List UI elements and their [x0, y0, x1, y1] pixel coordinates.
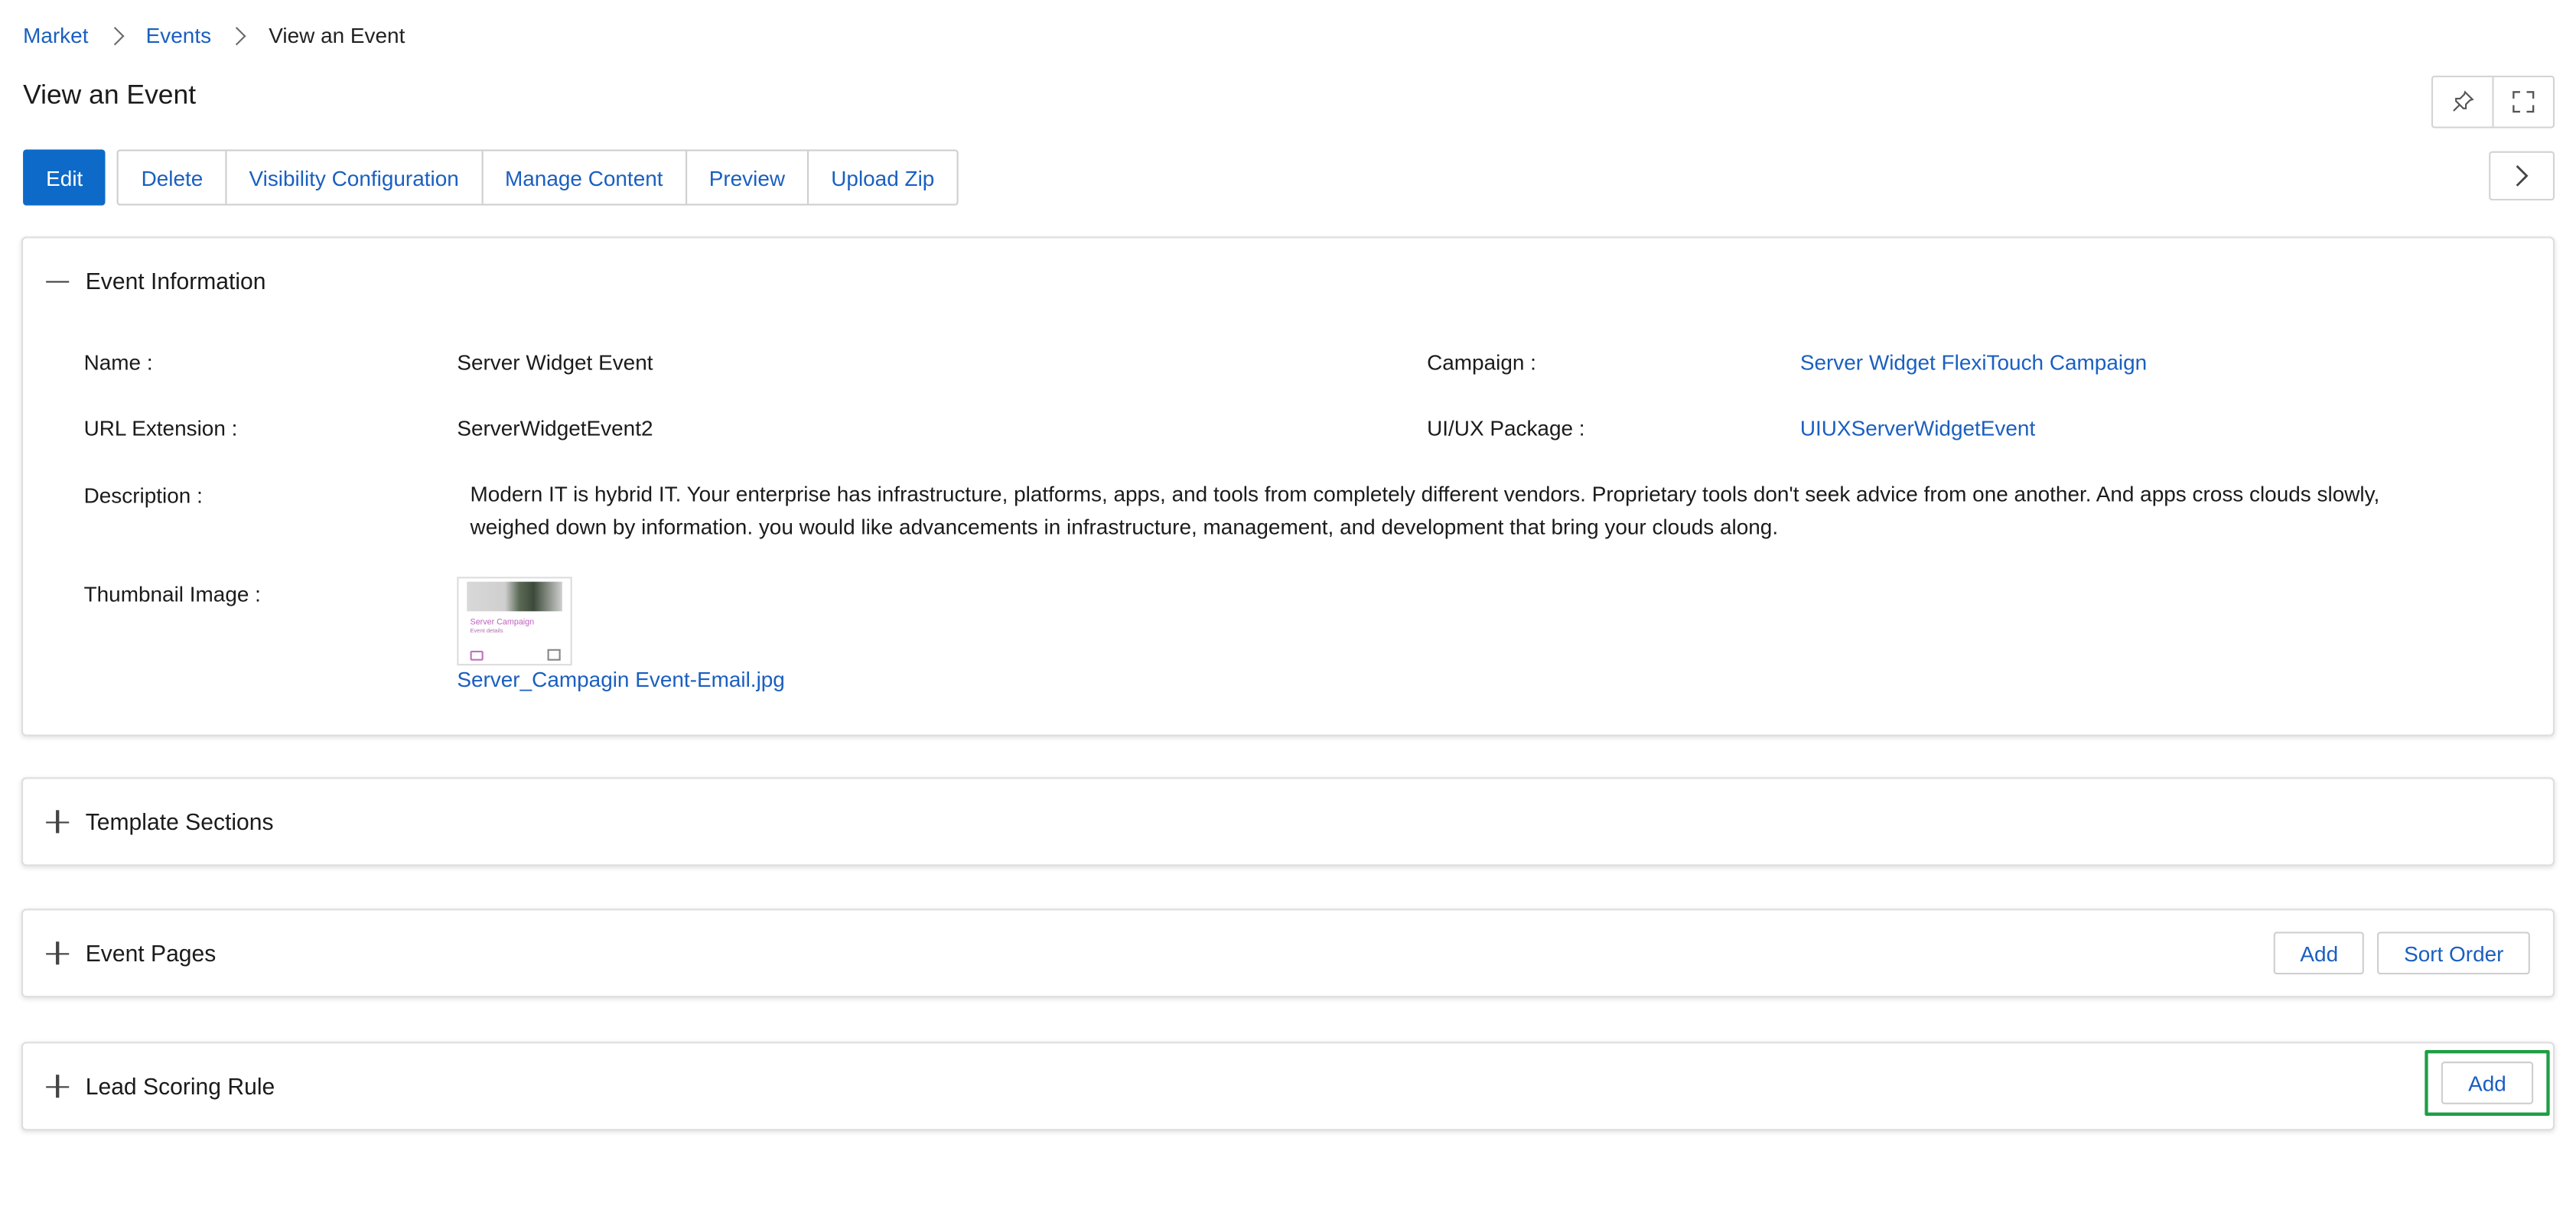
visibility-configuration-button[interactable]: Visibility Configuration: [225, 151, 480, 204]
chevron-right-icon: [228, 26, 247, 45]
event-pages-panel: Event Pages Add Sort Order: [21, 909, 2555, 998]
megaphone-icon: [470, 650, 484, 661]
event-details: Name : Server Widget Event Campaign : Se…: [23, 324, 2553, 817]
page-title: View an Event: [23, 80, 197, 110]
fullscreen-button[interactable]: [2492, 76, 2553, 127]
expand-icon[interactable]: [46, 1075, 70, 1098]
lead-scoring-rule-panel: Lead Scoring Rule Add: [21, 1042, 2555, 1131]
event-information-header[interactable]: Event Information: [23, 239, 2553, 324]
description-label: Description :: [83, 483, 203, 508]
edit-button[interactable]: Edit: [23, 149, 106, 206]
preview-button[interactable]: Preview: [685, 151, 808, 204]
template-sections-panel: Template Sections: [21, 777, 2555, 866]
page: Market Events View an Event View an Even…: [0, 0, 2576, 1216]
uiux-package-link[interactable]: UIUXServerWidgetEvent: [1800, 416, 2035, 441]
section-title: Event Information: [85, 268, 266, 294]
name-value: Server Widget Event: [457, 350, 653, 375]
manage-content-button[interactable]: Manage Content: [480, 151, 686, 204]
sort-order-button[interactable]: Sort Order: [2377, 932, 2530, 975]
section-title: Lead Scoring Rule: [85, 1073, 275, 1100]
view-controls: [2431, 75, 2555, 128]
thumbnail-subtext: Event details: [470, 627, 503, 635]
breadcrumb-market[interactable]: Market: [23, 23, 88, 47]
url-extension-label: URL Extension :: [83, 415, 238, 441]
thumbnail-image[interactable]: Server Campaign Event details: [457, 577, 572, 666]
breadcrumb-events[interactable]: Events: [146, 23, 211, 47]
action-toolbar: Edit Delete Visibility Configuration Man…: [23, 149, 959, 206]
fullscreen-icon: [2512, 91, 2535, 113]
section-title: Event Pages: [85, 940, 217, 967]
section-title: Template Sections: [85, 808, 274, 835]
campaign-link[interactable]: Server Widget FlexiTouch Campaign: [1800, 350, 2147, 375]
template-sections-header[interactable]: Template Sections: [23, 779, 2553, 864]
collapse-icon[interactable]: [46, 269, 70, 292]
chevron-right-icon: [105, 26, 124, 45]
pin-icon: [2453, 90, 2474, 112]
pin-button[interactable]: [2433, 77, 2492, 126]
url-extension-value: ServerWidgetEvent2: [457, 415, 653, 441]
chevron-right-icon: [2516, 165, 2529, 187]
event-pages-actions: Add Sort Order: [2274, 932, 2530, 975]
thumbnail-text: Server Campaign: [470, 617, 535, 628]
campaign-label: Campaign :: [1427, 350, 1536, 375]
next-button[interactable]: [2489, 151, 2555, 201]
breadcrumb-current: View an Event: [269, 23, 405, 48]
expand-icon[interactable]: [46, 810, 70, 834]
thumbnail: Server Campaign Event details Server_Cam…: [457, 577, 785, 692]
uiux-package-label: UI/UX Package :: [1427, 415, 1585, 441]
thumbnail-label: Thumbnail Image :: [83, 581, 261, 606]
lead-scoring-add-button[interactable]: Add: [2441, 1062, 2533, 1104]
description-value: Modern IT is hybrid IT. Your enterprise …: [470, 481, 2380, 539]
calendar-icon: [547, 649, 561, 661]
event-pages-add-button[interactable]: Add: [2274, 932, 2365, 975]
breadcrumb: Market Events View an Event: [23, 23, 405, 47]
highlight-box: Add: [2425, 1050, 2550, 1116]
event-information-panel: Event Information Name : Server Widget E…: [21, 236, 2555, 736]
upload-zip-button[interactable]: Upload Zip: [807, 151, 956, 204]
lead-scoring-rule-header[interactable]: Lead Scoring Rule Add: [23, 1043, 2553, 1129]
expand-icon[interactable]: [46, 941, 70, 965]
delete-button[interactable]: Delete: [119, 151, 226, 204]
event-pages-header[interactable]: Event Pages Add Sort Order: [23, 910, 2553, 996]
action-button-group: Delete Visibility Configuration Manage C…: [117, 149, 959, 206]
name-label: Name :: [83, 350, 153, 375]
thumbnail-file-link[interactable]: Server_Campagin Event-Email.jpg: [457, 667, 785, 691]
